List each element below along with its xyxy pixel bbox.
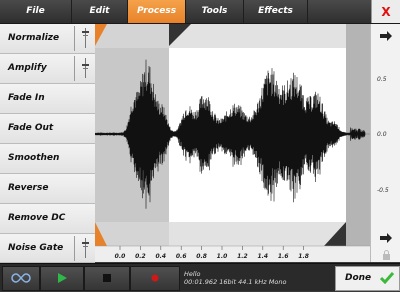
scroll-right-top-icon[interactable] bbox=[379, 30, 393, 42]
menu-process[interactable]: Process bbox=[128, 0, 186, 23]
time-tick-label: 1.0 bbox=[217, 253, 228, 260]
fade-out-label: Fade Out bbox=[8, 123, 54, 133]
menu-file[interactable]: File bbox=[0, 0, 72, 23]
fade-in-button[interactable]: Fade In bbox=[0, 84, 95, 114]
process-sidebar: Normalize Amplify Fade In Fade Out Smoot… bbox=[0, 24, 95, 263]
y-tick-label: -0.5 bbox=[377, 187, 389, 194]
selection-top-band bbox=[169, 24, 346, 48]
loop-icon bbox=[11, 273, 31, 283]
y-tick-label: 0.0 bbox=[377, 131, 387, 138]
time-tick-label: 1.6 bbox=[278, 253, 289, 260]
amplitude-scale: 0.5 0.0 -0.5 bbox=[370, 24, 400, 262]
file-info: 00:01.962 16bit 44.1 kHz Mono bbox=[184, 278, 287, 286]
amplify-button[interactable]: Amplify bbox=[0, 54, 95, 84]
menu-tools[interactable]: Tools bbox=[186, 0, 244, 23]
scroll-right-bottom-icon[interactable] bbox=[379, 232, 393, 244]
time-tick-label: 1.2 bbox=[237, 253, 248, 260]
remove-dc-label: Remove DC bbox=[8, 213, 66, 223]
close-button[interactable]: X bbox=[371, 0, 400, 23]
noise-gate-label: Noise Gate bbox=[8, 243, 64, 253]
time-tick-label: 1.8 bbox=[298, 253, 309, 260]
menu-edit[interactable]: Edit bbox=[72, 0, 128, 23]
smoothen-button[interactable]: Smoothen bbox=[0, 144, 95, 174]
record-icon bbox=[151, 274, 159, 282]
time-tick-label: 0.2 bbox=[135, 253, 146, 260]
fade-in-label: Fade In bbox=[8, 93, 45, 103]
normalize-button[interactable]: Normalize bbox=[0, 24, 95, 54]
reverse-label: Reverse bbox=[8, 183, 49, 193]
waveform-canvas[interactable]: 0.0 0.2 0.4 0.6 0.8 1.0 1.2 1.4 1.6 1.8 bbox=[95, 24, 370, 262]
transport-bar: Hello 00:01.962 16bit 44.1 kHz Mono Done bbox=[0, 263, 400, 291]
time-tick-label: 0.0 bbox=[115, 253, 126, 260]
amplify-level-slider[interactable] bbox=[74, 56, 96, 81]
reverse-button[interactable]: Reverse bbox=[0, 174, 95, 204]
stop-button[interactable] bbox=[84, 266, 130, 291]
time-tick-label: 1.4 bbox=[257, 253, 268, 260]
checkmark-icon bbox=[380, 272, 394, 284]
audio-editor-app: File Edit Process Tools Effects X Normal… bbox=[0, 0, 400, 291]
amplify-label: Amplify bbox=[8, 63, 47, 73]
file-name: Hello bbox=[184, 270, 201, 278]
play-icon bbox=[58, 273, 67, 283]
selection-bottom-band bbox=[169, 222, 346, 246]
y-tick-label: 0.5 bbox=[377, 76, 387, 83]
noise-gate-button[interactable]: Noise Gate bbox=[0, 234, 95, 263]
time-tick-label: 0.4 bbox=[155, 253, 166, 260]
time-tick-label: 0.8 bbox=[196, 253, 207, 260]
fade-out-button[interactable]: Fade Out bbox=[0, 114, 95, 144]
normalize-level-slider[interactable] bbox=[74, 26, 96, 51]
done-button[interactable]: Done bbox=[335, 266, 400, 291]
record-button[interactable] bbox=[130, 266, 180, 291]
lock-icon[interactable] bbox=[382, 250, 391, 260]
menu-effects[interactable]: Effects bbox=[244, 0, 308, 23]
menu-bar: File Edit Process Tools Effects X bbox=[0, 0, 400, 24]
time-tick-label: 0.6 bbox=[176, 253, 187, 260]
play-button[interactable] bbox=[40, 266, 84, 291]
normalize-label: Normalize bbox=[8, 33, 60, 43]
done-label: Done bbox=[345, 273, 372, 283]
close-icon: X bbox=[381, 4, 391, 19]
status-display: Hello 00:01.962 16bit 44.1 kHz Mono bbox=[184, 267, 329, 292]
stop-icon bbox=[103, 274, 111, 282]
remove-dc-button[interactable]: Remove DC bbox=[0, 204, 95, 234]
noise-gate-level-slider[interactable] bbox=[74, 236, 96, 261]
smoothen-label: Smoothen bbox=[8, 153, 60, 163]
loop-button[interactable] bbox=[2, 266, 40, 291]
